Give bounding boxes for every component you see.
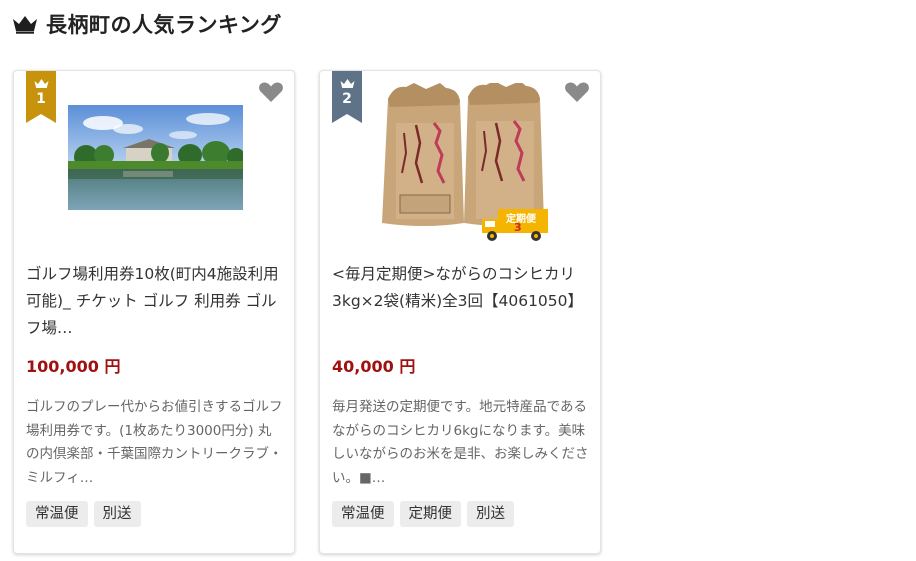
tag: 定期便 <box>399 501 461 527</box>
tag: 常温便 <box>26 501 88 527</box>
heart-icon[interactable] <box>258 81 284 103</box>
tag: 常温便 <box>332 501 394 527</box>
rank-badge: 1 <box>26 71 56 123</box>
product-description: 毎月発送の定期便です。地元特産品であるながらのコシヒカリ6kgになります。美味し… <box>332 399 589 486</box>
tag: 別送 <box>467 501 514 527</box>
tag-list: 常温便 別送 <box>26 501 141 527</box>
tag-list: 常温便 定期便 別送 <box>332 501 514 527</box>
rank-badge: 2 <box>332 71 362 123</box>
rank-number: 2 <box>342 91 352 107</box>
product-name[interactable]: ゴルフ場利用券10枚(町内4施設利用可能)_ チケット ゴルフ 利用券 ゴルフ場… <box>26 261 284 342</box>
page-title: 長柄町の人気ランキング <box>46 13 282 37</box>
rank-crown-icon <box>34 79 49 88</box>
ranking-card-2[interactable]: 2 定期便 3 <毎月定期便>ながらのコシヒカリ 3kg×2袋(精米)全3回【4… <box>319 70 601 554</box>
product-price: 100,000 円 <box>26 357 121 376</box>
tag: 別送 <box>93 501 141 527</box>
ranking-heading: 長柄町の人気ランキング <box>12 8 282 40</box>
product-name[interactable]: <毎月定期便>ながらのコシヒカリ 3kg×2袋(精米)全3回【4061050】 <box>332 261 591 315</box>
golf-course-image[interactable] <box>68 105 243 210</box>
product-price: 40,000 円 <box>332 357 416 376</box>
rank-crown-icon <box>340 79 355 88</box>
truck-count: 3 <box>514 221 522 234</box>
crown-icon <box>13 16 37 34</box>
heart-icon[interactable] <box>564 81 590 103</box>
product-description: ゴルフのプレー代からお値引きするゴルフ場利用券です。(1枚あたり3000円分) … <box>26 399 283 486</box>
rank-number: 1 <box>36 91 46 107</box>
ranking-card-1[interactable]: 1 ゴルフ場利用券10枚(町内4施設利用可能)_ チケット ゴルフ 利用券 ゴル… <box>13 70 295 554</box>
subscription-truck-icon: 定期便 3 <box>480 207 550 243</box>
